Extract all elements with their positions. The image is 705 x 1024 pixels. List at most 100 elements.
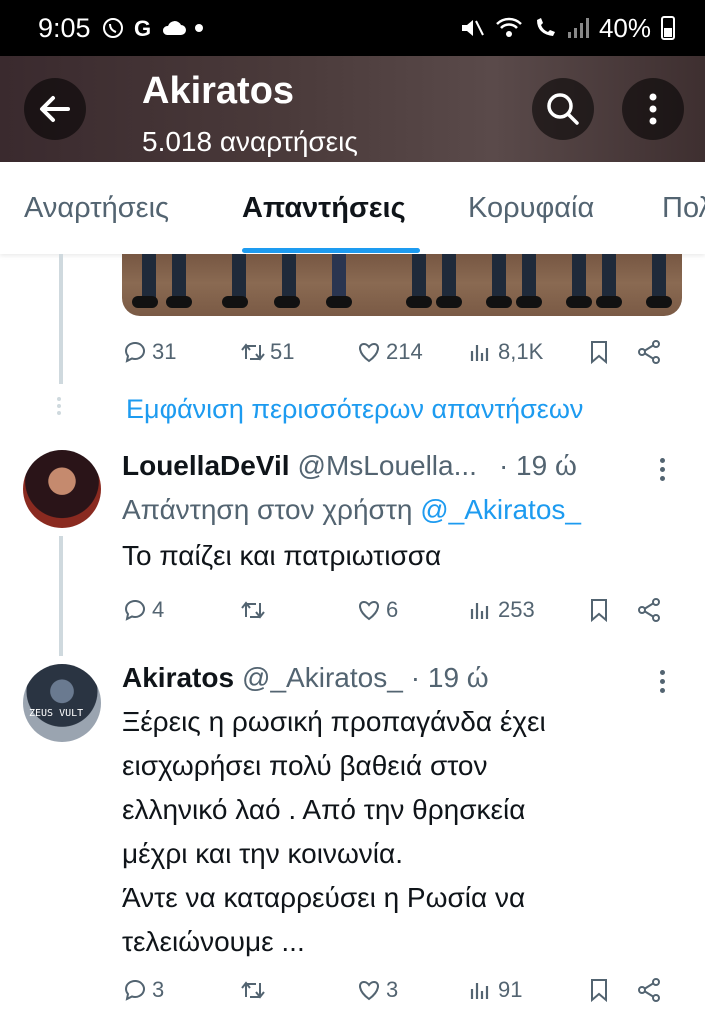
status-bar: 9:05 G 40%: [0, 0, 705, 56]
status-left-icons: G: [101, 16, 205, 40]
retweet-button[interactable]: [240, 970, 266, 1010]
tweet-text-line: Άντε να καταρρεύσει η Ρωσία να: [122, 882, 526, 913]
views-icon: [470, 345, 489, 361]
back-button[interactable]: [24, 78, 86, 140]
reply-button[interactable]: 31: [122, 332, 176, 372]
thread-dots: [57, 394, 61, 418]
search-button[interactable]: [532, 78, 594, 140]
retweet-icon: [241, 343, 265, 361]
post-actions: 4 6 253: [122, 590, 682, 630]
reply-context: Απάντηση στον χρήστη @_Akiratos_: [122, 494, 581, 526]
thread-line: [59, 254, 63, 384]
tweet-more-options[interactable]: [660, 666, 670, 697]
reply-button[interactable]: 3: [122, 970, 164, 1010]
wifi-icon: [496, 17, 522, 37]
cloud-icon: [162, 21, 186, 35]
viber-icon: [102, 18, 123, 38]
like-button[interactable]: 214: [356, 332, 423, 372]
retweet-count: 51: [270, 339, 295, 364]
thread-line: [59, 536, 63, 656]
tweet-text: Ξέρεις η ρωσική προπαγάνδα έχει εισχωρήσ…: [122, 700, 682, 964]
avatar-text: ZEUS VULT: [29, 708, 84, 719]
battery-icon: [661, 16, 675, 40]
reply-icon: [124, 341, 145, 363]
share-button[interactable]: [636, 590, 662, 630]
reply-count: 31: [152, 339, 177, 364]
reply-count: 4: [152, 597, 165, 622]
like-count: 6: [386, 597, 399, 622]
mute-icon: [461, 20, 484, 36]
retweet-button[interactable]: 51: [240, 332, 294, 372]
share-icon: [638, 598, 660, 622]
display-name[interactable]: LouellaDeVil: [122, 450, 290, 482]
tweet-text-line: τελειώνουμε ...: [122, 926, 305, 957]
signal-icon: [567, 18, 589, 38]
tab-highlights[interactable]: Κορυφαία: [468, 192, 594, 225]
bookmark-button[interactable]: [586, 590, 612, 630]
bookmark-button[interactable]: [586, 332, 612, 372]
heart-icon: [359, 980, 379, 1001]
like-button[interactable]: 6: [356, 590, 398, 630]
tweet-text-line: ελληνικό λαό . Από την θρησκεία: [122, 794, 526, 825]
status-right: 40%: [459, 13, 675, 44]
bookmark-icon: [591, 979, 607, 1003]
show-more-replies-link[interactable]: Εμφάνιση περισσότερων απαντήσεων: [126, 394, 583, 425]
bookmark-button[interactable]: [586, 970, 612, 1010]
tab-posts[interactable]: Αναρτήσεις: [24, 192, 169, 225]
like-button[interactable]: 3: [356, 970, 398, 1010]
retweet-icon: [241, 981, 265, 999]
reply-icon: [124, 599, 145, 621]
reply-icon: [124, 979, 145, 1001]
mention-link[interactable]: @_Akiratos_: [420, 494, 581, 525]
svg-text:G: G: [134, 16, 151, 40]
feed[interactable]: 31 51 214 8,1K Εμφάνιση περισσότερων απα…: [0, 254, 705, 1024]
share-icon: [638, 340, 660, 364]
header-title: Akiratos: [142, 70, 295, 112]
retweet-button[interactable]: [240, 590, 266, 630]
tweet-header: LouellaDeVil @MsLouella... · 19 ώ: [122, 450, 577, 482]
views-icon: [470, 603, 489, 619]
heart-icon: [359, 600, 379, 621]
views-button[interactable]: 91: [468, 970, 522, 1010]
avatar[interactable]: [23, 450, 101, 528]
share-icon: [638, 978, 660, 1002]
user-handle[interactable]: @_Akiratos_: [242, 662, 403, 694]
retweet-icon: [241, 601, 265, 619]
tab-media[interactable]: Πολυμέσα: [662, 192, 705, 225]
views-icon: [470, 983, 489, 999]
tab-replies[interactable]: Απαντήσεις: [242, 192, 406, 225]
arrow-left-icon: [40, 96, 70, 122]
reply-button[interactable]: 4: [122, 590, 164, 630]
profile-tabs: Αναρτήσεις Απαντήσεις Κορυφαία Πολυμέσα: [0, 162, 705, 254]
views-button[interactable]: 253: [468, 590, 535, 630]
more-vertical-icon: [649, 93, 657, 125]
call-wifi-icon: [536, 18, 555, 36]
tweet-text: Το παίζει και πατριωτισσα: [122, 540, 442, 571]
tweet-more-options[interactable]: [660, 454, 670, 485]
like-count: 214: [386, 339, 423, 364]
tweet-text-line: μέχρι και την κοινωνία.: [122, 838, 403, 869]
user-handle[interactable]: @MsLouella...: [298, 450, 477, 482]
tweet-time: · 19 ώ: [410, 662, 489, 693]
post-media-image[interactable]: [122, 254, 682, 316]
battery-percent: 40%: [598, 12, 651, 43]
views-button[interactable]: 8,1K: [468, 332, 543, 372]
display-name[interactable]: Akiratos: [122, 662, 234, 694]
search-icon: [547, 93, 579, 125]
views-count: 253: [498, 597, 535, 622]
views-count: 91: [498, 977, 523, 1002]
share-button[interactable]: [636, 332, 662, 372]
share-button[interactable]: [636, 970, 662, 1010]
heart-icon: [359, 342, 379, 363]
reply-count: 3: [152, 977, 165, 1002]
status-time: 9:05: [38, 12, 91, 43]
like-count: 3: [386, 977, 399, 1002]
views-count: 8,1K: [498, 339, 544, 364]
tweet-text-line: εισχωρήσει πολύ βαθειά στον: [122, 750, 488, 781]
active-tab-indicator: [242, 248, 420, 253]
avatar[interactable]: ZEUS VULT: [23, 664, 101, 742]
more-options-button[interactable]: [622, 78, 684, 140]
tweet-header: Akiratos @_Akiratos_ · 19 ώ: [122, 662, 489, 694]
dot-icon: [194, 24, 203, 32]
profile-header: Akiratos 5.018 αναρτήσεις: [0, 56, 705, 162]
